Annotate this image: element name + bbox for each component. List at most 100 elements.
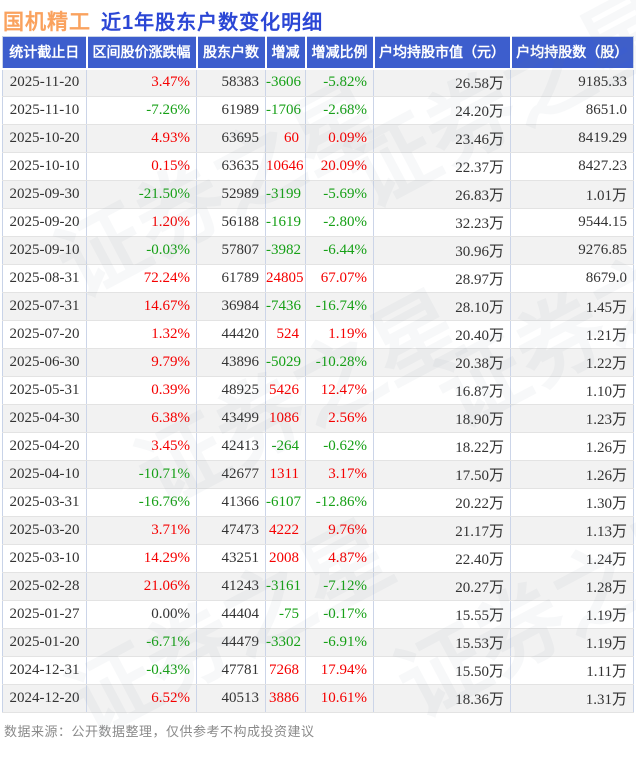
cell-date: 2025-07-20: [2, 320, 87, 349]
page-title: 国机精工 近1年股东户数变化明细: [0, 0, 636, 34]
table-row: 2025-11-10 -7.26% 61989 -1706 -2.68% 24.…: [2, 96, 634, 125]
cell-delta-pct: -0.62%: [305, 432, 374, 461]
col-header-avg-shares: 户均持股数（股）: [510, 36, 634, 70]
cell-delta: -3302: [265, 628, 306, 657]
cell-avg-shares: 1.10万: [510, 376, 634, 405]
cell-holders: 47473: [196, 516, 266, 545]
cell-avg-value: 32.23万: [373, 208, 511, 237]
cell-avg-shares: 1.19万: [510, 600, 634, 629]
cell-delta-pct: 10.61%: [305, 684, 374, 713]
cell-avg-value: 28.97万: [373, 264, 511, 293]
cell-delta: -75: [265, 600, 306, 629]
cell-delta: 3886: [265, 684, 306, 713]
cell-delta: -3982: [265, 236, 306, 265]
cell-date: 2025-10-20: [2, 124, 87, 153]
cell-range: 1.20%: [86, 208, 197, 237]
cell-delta-pct: -16.74%: [305, 292, 374, 321]
cell-date: 2025-01-27: [2, 600, 87, 629]
cell-avg-shares: 1.22万: [510, 348, 634, 377]
cell-delta: -1619: [265, 208, 306, 237]
cell-delta-pct: -5.82%: [305, 68, 374, 97]
cell-holders: 42677: [196, 460, 266, 489]
cell-holders: 48925: [196, 376, 266, 405]
table-row: 2025-11-20 3.47% 58383 -3606 -5.82% 26.5…: [2, 68, 634, 97]
cell-avg-value: 20.22万: [373, 488, 511, 517]
cell-holders: 43499: [196, 404, 266, 433]
cell-avg-value: 20.27万: [373, 572, 511, 601]
cell-date: 2025-09-10: [2, 236, 87, 265]
cell-date: 2025-09-20: [2, 208, 87, 237]
header-row: 统计截止日 区间股价涨跌幅 股东户数 增减 增减比例 户均持股市值（元） 户均持…: [2, 36, 634, 70]
cell-avg-shares: 1.31万: [510, 684, 634, 713]
col-header-holders: 股东户数: [196, 36, 267, 70]
col-header-range: 区间股价涨跌幅: [86, 36, 198, 70]
cell-range: 0.15%: [86, 152, 197, 181]
col-header-date: 统计截止日: [2, 36, 88, 70]
cell-range: -10.71%: [86, 460, 197, 489]
cell-range: 0.39%: [86, 376, 197, 405]
cell-range: -6.71%: [86, 628, 197, 657]
cell-delta: -3199: [265, 180, 306, 209]
cell-avg-value: 20.40万: [373, 320, 511, 349]
cell-avg-value: 16.87万: [373, 376, 511, 405]
cell-avg-shares: 1.24万: [510, 544, 634, 573]
cell-avg-shares: 1.11万: [510, 656, 634, 685]
cell-date: 2025-04-10: [2, 460, 87, 489]
table-row: 2025-08-31 72.24% 61789 24805 67.07% 28.…: [2, 264, 634, 293]
cell-avg-value: 18.90万: [373, 404, 511, 433]
cell-avg-shares: 1.13万: [510, 516, 634, 545]
cell-delta: 1086: [265, 404, 306, 433]
cell-avg-value: 24.20万: [373, 96, 511, 125]
cell-date: 2025-08-31: [2, 264, 87, 293]
cell-date: 2025-09-30: [2, 180, 87, 209]
title-text: 近1年股东户数变化明细: [101, 12, 324, 34]
cell-avg-value: 15.55万: [373, 600, 511, 629]
cell-avg-value: 17.50万: [373, 460, 511, 489]
holders-table: 统计截止日 区间股价涨跌幅 股东户数 增减 增减比例 户均持股市值（元） 户均持…: [2, 36, 634, 713]
cell-avg-value: 23.46万: [373, 124, 511, 153]
cell-date: 2025-03-10: [2, 544, 87, 573]
cell-range: 6.38%: [86, 404, 197, 433]
table-row: 2025-01-27 0.00% 44404 -75 -0.17% 15.55万…: [2, 600, 634, 629]
col-header-avg-value: 户均持股市值（元）: [373, 36, 512, 70]
page: { "page": { "title_stock": "国机精工", "titl…: [0, 0, 636, 767]
cell-delta: 10646: [265, 152, 306, 181]
cell-avg-shares: 8419.29: [510, 124, 634, 153]
cell-delta-pct: -2.80%: [305, 208, 374, 237]
table-row: 2025-09-10 -0.03% 57807 -3982 -6.44% 30.…: [2, 236, 634, 265]
table-row: 2025-02-28 21.06% 41243 -3161 -7.12% 20.…: [2, 572, 634, 601]
cell-date: 2025-01-20: [2, 628, 87, 657]
cell-avg-shares: 1.26万: [510, 460, 634, 489]
cell-range: -16.76%: [86, 488, 197, 517]
table-row: 2025-10-10 0.15% 63635 10646 20.09% 22.3…: [2, 152, 634, 181]
col-header-delta: 增减: [265, 36, 307, 70]
cell-avg-value: 26.58万: [373, 68, 511, 97]
cell-delta: -3161: [265, 572, 306, 601]
cell-avg-shares: 8651.0: [510, 96, 634, 125]
cell-avg-value: 30.96万: [373, 236, 511, 265]
cell-avg-shares: 1.23万: [510, 404, 634, 433]
cell-holders: 47781: [196, 656, 266, 685]
cell-avg-shares: 1.21万: [510, 320, 634, 349]
cell-avg-shares: 1.01万: [510, 180, 634, 209]
cell-delta-pct: -12.86%: [305, 488, 374, 517]
cell-delta: 60: [265, 124, 306, 153]
cell-holders: 41243: [196, 572, 266, 601]
cell-date: 2025-04-20: [2, 432, 87, 461]
cell-delta-pct: -0.17%: [305, 600, 374, 629]
cell-range: -7.26%: [86, 96, 197, 125]
table-row: 2024-12-31 -0.43% 47781 7268 17.94% 15.5…: [2, 656, 634, 685]
cell-holders: 40513: [196, 684, 266, 713]
cell-avg-value: 21.17万: [373, 516, 511, 545]
cell-holders: 57807: [196, 236, 266, 265]
cell-range: -0.03%: [86, 236, 197, 265]
cell-holders: 41366: [196, 488, 266, 517]
cell-delta-pct: -6.91%: [305, 628, 374, 657]
cell-avg-shares: 1.45万: [510, 292, 634, 321]
cell-holders: 44420: [196, 320, 266, 349]
cell-delta: 7268: [265, 656, 306, 685]
cell-holders: 44479: [196, 628, 266, 657]
cell-range: 3.71%: [86, 516, 197, 545]
cell-delta-pct: -6.44%: [305, 236, 374, 265]
cell-holders: 61989: [196, 96, 266, 125]
